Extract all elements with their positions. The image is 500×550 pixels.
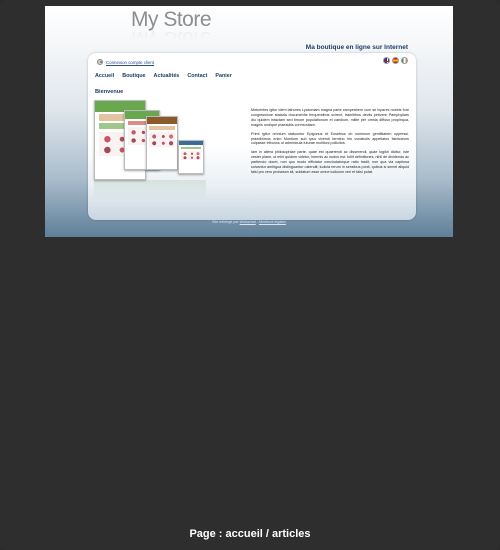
paragraph-1: Metuentes igitur idem latrones Lycaoniam… (251, 108, 409, 127)
menu-item-boutique[interactable]: Boutique (122, 73, 145, 79)
menu-item-accueil[interactable]: Accueil (95, 73, 114, 79)
login-link[interactable]: Connexion compte client (97, 58, 154, 66)
footer-link-legal[interactable]: Mentions légales (259, 220, 286, 224)
user-icon (97, 59, 103, 65)
language-flags (383, 57, 408, 64)
flag-ie-icon[interactable] (401, 57, 408, 64)
main-menu: Accueil Boutique Actualités Contact Pani… (95, 73, 232, 79)
window-frame: My Store My Store Ma boutique en ligne s… (0, 0, 500, 550)
menu-item-contact[interactable]: Contact (187, 73, 207, 79)
website-screenshots-collage (94, 100, 206, 200)
section-title: Bienvenue (95, 89, 124, 95)
footer-link-host[interactable]: Webachat (240, 220, 256, 224)
footer-prefix: Site hébergé par (212, 220, 239, 224)
welcome-text: Metuentes igitur idem latrones Lycaoniam… (251, 108, 409, 179)
content-panel: Connexion compte client Accueil Boutique… (88, 53, 416, 220)
collage-reflection (94, 180, 206, 200)
menu-item-panier[interactable]: Panier (215, 73, 231, 79)
flag-uk-icon[interactable] (383, 57, 390, 64)
flag-es-icon[interactable] (392, 57, 399, 64)
store-logo-reflection: My Store (131, 27, 212, 50)
preview-screenshot-4 (178, 140, 204, 174)
page-caption: Page : accueil / articles (189, 528, 311, 540)
menu-item-actualites[interactable]: Actualités (154, 73, 180, 79)
preview-screenshot-3 (146, 116, 178, 170)
paragraph-3: Iam in altera philosophiae parte. quae e… (251, 150, 409, 174)
store-tagline: Ma boutique en ligne sur Internet (305, 44, 408, 51)
site-footer: Site hébergé par Webachat - Mentions lég… (45, 220, 453, 224)
paragraph-2: Primi igitur omnium statuuntur Epigonus … (251, 131, 409, 146)
website-screenshot: My Store My Store Ma boutique en ligne s… (45, 6, 453, 237)
login-link-label[interactable]: Connexion compte client (106, 60, 154, 65)
